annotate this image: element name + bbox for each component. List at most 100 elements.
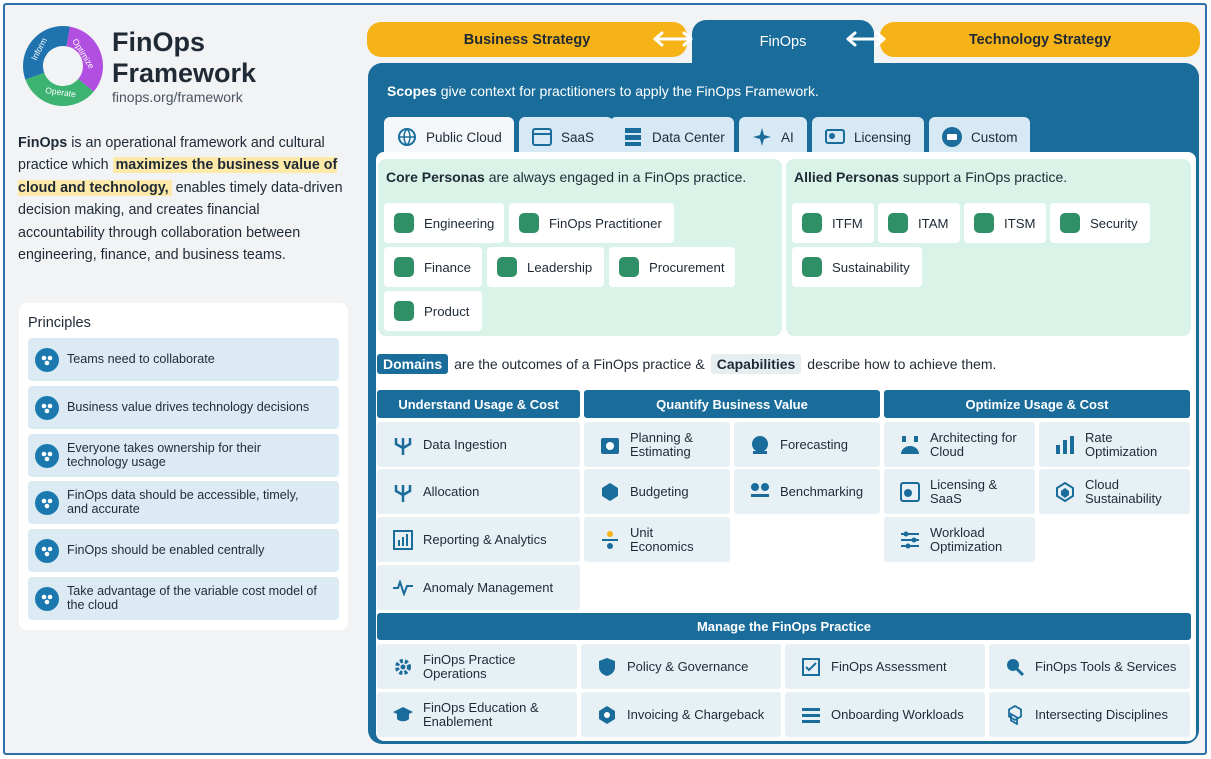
- persona-label: Procurement: [649, 259, 725, 275]
- capability-rate-optimization[interactable]: Rate Optimization: [1039, 422, 1190, 467]
- capability-finops-tools-services[interactable]: FinOps Tools & Services: [989, 644, 1190, 689]
- tab-custom[interactable]: Custom: [929, 117, 1030, 157]
- persona-leadership[interactable]: Leadership: [487, 247, 604, 287]
- unit-economics-icon: [598, 528, 622, 552]
- core-personas-description: are always engaged in a FinOps practice.: [484, 169, 747, 185]
- finops-logo-icon: Inform Optimize Operate: [23, 26, 103, 106]
- planning-icon: [598, 433, 622, 457]
- tab-business-strategy[interactable]: Business Strategy: [367, 22, 687, 57]
- domains-tag: Domains: [377, 354, 449, 374]
- core-personas-heading: Core Personas are always engaged in a Fi…: [386, 169, 746, 185]
- double-arrow-icon: [846, 31, 886, 47]
- persona-label: Finance: [424, 259, 471, 275]
- capability-allocation[interactable]: Allocation: [377, 469, 580, 514]
- tab-licensing[interactable]: Licensing: [812, 117, 924, 157]
- engineering-icon: [394, 213, 414, 233]
- gear-icon: [391, 655, 415, 679]
- capability-unit-economics[interactable]: Unit Economics: [584, 517, 730, 562]
- capability-forecasting[interactable]: Forecasting: [734, 422, 880, 467]
- capability-label: Policy & Governance: [627, 658, 749, 674]
- domain-manage-finops-practice[interactable]: Manage the FinOps Practice: [377, 613, 1191, 640]
- security-icon: [1060, 213, 1080, 233]
- principle-icon: [35, 586, 59, 611]
- persona-finance[interactable]: Finance: [384, 247, 482, 287]
- trident-icon: [391, 433, 415, 457]
- cubes-icon: [1003, 703, 1027, 727]
- double-arrow-icon: [653, 31, 693, 47]
- persona-engineering[interactable]: Engineering: [384, 203, 504, 243]
- principles-title: Principles: [28, 315, 91, 331]
- tab-public-cloud[interactable]: Public Cloud: [384, 117, 514, 157]
- domain-optimize-usage-cost[interactable]: Optimize Usage & Cost: [884, 390, 1190, 418]
- persona-itsm[interactable]: ITSM: [964, 203, 1046, 243]
- layers-icon: [799, 703, 823, 727]
- capability-policy-governance[interactable]: Policy & Governance: [581, 644, 781, 689]
- capability-anomaly-management[interactable]: Anomaly Management: [377, 565, 580, 610]
- capability-label: Benchmarking: [780, 483, 864, 499]
- tab-technology-strategy[interactable]: Technology Strategy: [880, 22, 1200, 57]
- capability-data-ingestion[interactable]: Data Ingestion: [377, 422, 580, 467]
- brand-title-line1: FinOps: [112, 27, 205, 57]
- capability-invoicing-chargeback[interactable]: Invoicing & Chargeback: [581, 692, 781, 737]
- persona-label: Engineering: [424, 215, 495, 231]
- capability-architecting-for-cloud[interactable]: Architecting for Cloud: [884, 422, 1035, 467]
- itfm-icon: [802, 213, 822, 233]
- tab-saas[interactable]: SaaS: [519, 117, 613, 157]
- capability-finops-education-enablement[interactable]: FinOps Education & Enablement: [377, 692, 577, 737]
- capability-workload-optimization[interactable]: Workload Optimization: [884, 517, 1035, 562]
- capability-onboarding-workloads[interactable]: Onboarding Workloads: [785, 692, 985, 737]
- licensing-icon: [898, 480, 922, 504]
- persona-sustainability[interactable]: Sustainability: [792, 247, 922, 287]
- capability-label: FinOps Tools & Services: [1035, 658, 1177, 674]
- capability-label: Allocation: [423, 483, 480, 499]
- principle-icon: [35, 443, 59, 468]
- capability-reporting-analytics[interactable]: Reporting & Analytics: [377, 517, 580, 562]
- procurement-icon: [619, 257, 639, 277]
- capability-finops-practice-operations[interactable]: FinOps Practice Operations: [377, 644, 577, 689]
- capability-intersecting-disciplines[interactable]: Intersecting Disciplines: [989, 692, 1190, 737]
- domains-end-text: describe how to achieve them.: [807, 356, 997, 372]
- persona-label: Security: [1090, 215, 1138, 231]
- persona-finops-practitioner[interactable]: FinOps Practitioner: [509, 203, 674, 243]
- tab-label: Data Center: [652, 129, 725, 145]
- server-icon: [622, 126, 644, 148]
- domain-understand-usage-cost[interactable]: Understand Usage & Cost: [377, 390, 580, 418]
- capability-finops-assessment[interactable]: FinOps Assessment: [785, 644, 985, 689]
- core-personas-panel: Core Personas are always engaged in a Fi…: [378, 159, 782, 336]
- brand-url-link[interactable]: finops.org/framework: [112, 89, 243, 105]
- capability-label: FinOps Education & Enablement: [423, 699, 539, 729]
- principle-icon: [35, 538, 59, 563]
- browser-icon: [531, 126, 553, 148]
- principle-item: Business value drives technology decisio…: [28, 386, 339, 429]
- principle-text: Teams need to collaborate: [67, 351, 215, 366]
- persona-label: ITAM: [918, 215, 949, 231]
- capability-label: Data Ingestion: [423, 436, 507, 452]
- tab-data-center[interactable]: Data Center: [610, 117, 734, 157]
- persona-label: ITSM: [1004, 215, 1036, 231]
- tab-ai[interactable]: AI: [739, 117, 807, 157]
- bar-chart-icon: [391, 528, 415, 552]
- persona-label: Product: [424, 303, 470, 319]
- forecast-icon: [748, 433, 772, 457]
- persona-product[interactable]: Product: [384, 291, 482, 331]
- capability-label: Forecasting: [780, 436, 848, 452]
- persona-security[interactable]: Security: [1050, 203, 1150, 243]
- sustainability-cube-icon: [1053, 480, 1077, 504]
- persona-itam[interactable]: ITAM: [878, 203, 960, 243]
- capability-licensing-saas[interactable]: Licensing & SaaS: [884, 469, 1035, 514]
- custom-icon: [941, 126, 963, 148]
- capabilities-tag: Capabilities: [710, 354, 802, 374]
- capability-benchmarking[interactable]: Benchmarking: [734, 469, 880, 514]
- capability-label: Planning & Estimating: [630, 429, 693, 459]
- license-icon: [824, 126, 846, 148]
- capability-budgeting[interactable]: Budgeting: [584, 469, 730, 514]
- persona-itfm[interactable]: ITFM: [792, 203, 874, 243]
- persona-procurement[interactable]: Procurement: [609, 247, 735, 287]
- domain-quantify-business-value[interactable]: Quantify Business Value: [584, 390, 880, 418]
- capability-planning-estimating[interactable]: Planning & Estimating: [584, 422, 730, 467]
- globe-icon: [396, 126, 418, 148]
- principle-icon: [35, 347, 59, 372]
- capability-cloud-sustainability[interactable]: Cloud Sustainability: [1039, 469, 1190, 514]
- capability-label: Invoicing & Chargeback: [627, 706, 765, 722]
- tab-label: Custom: [971, 129, 1018, 145]
